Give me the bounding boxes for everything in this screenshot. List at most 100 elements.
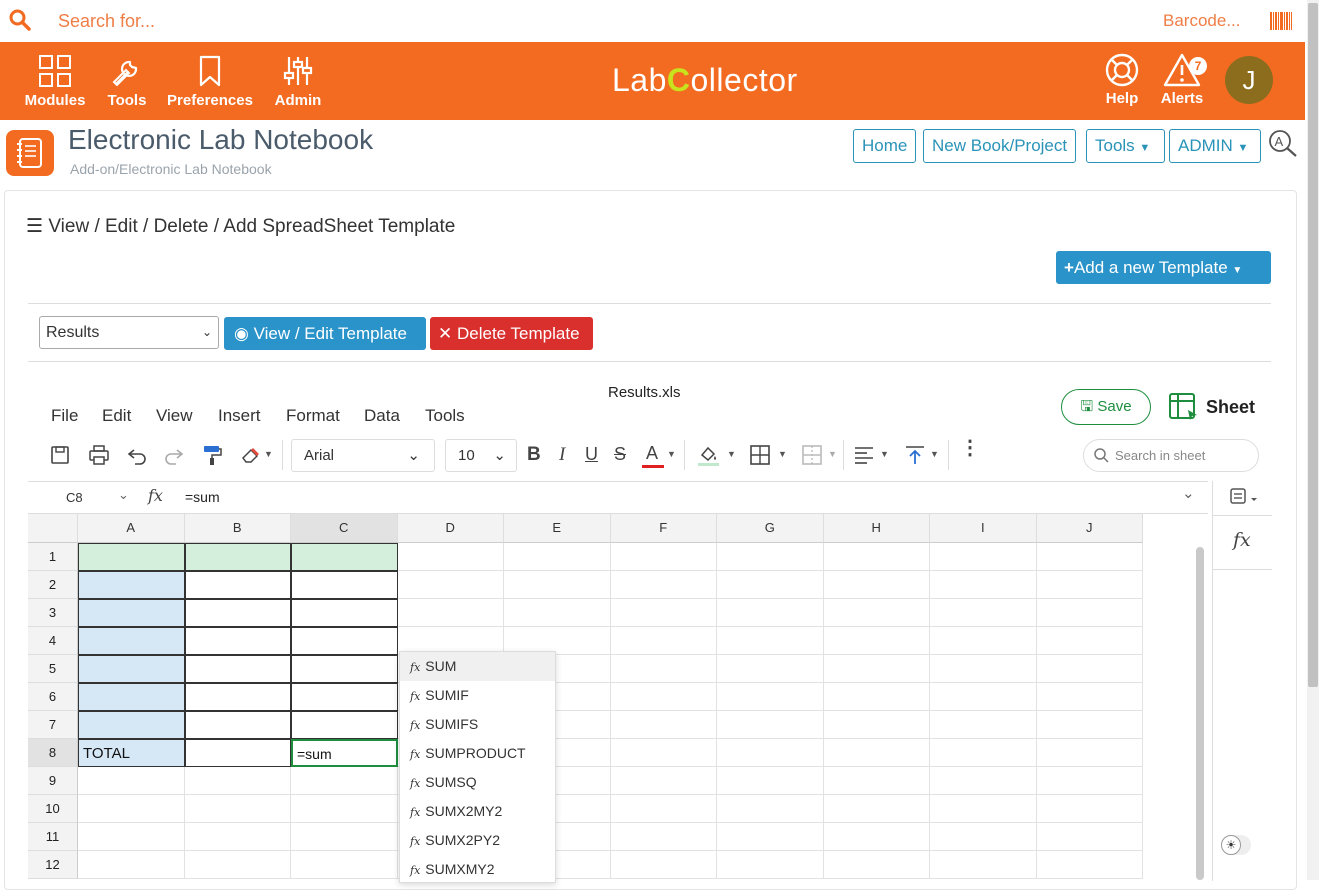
fill-color-icon[interactable] <box>697 444 719 466</box>
labcollector-logo[interactable]: LabCollector <box>612 62 798 99</box>
paint-format-icon[interactable] <box>201 444 223 466</box>
table-cell[interactable] <box>1036 571 1143 599</box>
redo-icon[interactable] <box>163 444 185 466</box>
table-cell[interactable] <box>930 823 1037 851</box>
row-header[interactable]: 11 <box>28 823 78 851</box>
merge-cells-icon[interactable] <box>801 444 823 466</box>
table-cell[interactable] <box>78 683 185 711</box>
function-icon[interactable]: fx <box>1233 529 1251 551</box>
column-header[interactable]: A <box>78 514 185 543</box>
table-cell[interactable] <box>1036 711 1143 739</box>
menu-tools[interactable]: Tools <box>425 406 465 426</box>
column-header[interactable]: F <box>610 514 717 543</box>
row-header[interactable]: 2 <box>28 571 78 599</box>
table-cell[interactable] <box>78 599 185 627</box>
row-header[interactable]: 5 <box>28 655 78 683</box>
text-color-button[interactable]: A <box>642 443 664 469</box>
autocomplete-item[interactable]: fx SUMSQ <box>400 768 555 797</box>
caret-down-icon[interactable]: ▼ <box>930 449 939 459</box>
table-cell[interactable]: TOTAL <box>78 739 185 767</box>
table-cell[interactable] <box>930 739 1037 767</box>
table-cell[interactable] <box>397 543 504 571</box>
column-header[interactable]: E <box>504 514 611 543</box>
menu-format[interactable]: Format <box>286 406 340 426</box>
table-cell[interactable] <box>930 795 1037 823</box>
table-cell[interactable] <box>717 739 824 767</box>
new-book-project-button[interactable]: New Book/Project <box>923 129 1077 163</box>
table-cell[interactable] <box>291 851 398 879</box>
table-cell[interactable] <box>610 767 717 795</box>
column-header[interactable]: J <box>1036 514 1143 543</box>
column-header[interactable]: C <box>291 514 398 543</box>
table-cell[interactable] <box>504 599 611 627</box>
autocomplete-item[interactable]: fx SUM <box>400 652 555 681</box>
table-cell[interactable] <box>504 571 611 599</box>
bold-icon[interactable]: B <box>527 444 541 466</box>
table-cell[interactable] <box>1036 739 1143 767</box>
table-cell[interactable] <box>610 683 717 711</box>
align-left-icon[interactable] <box>853 444 875 466</box>
table-cell[interactable] <box>930 655 1037 683</box>
table-cell[interactable] <box>717 599 824 627</box>
nav-alerts[interactable]: Alerts <box>1158 42 1206 120</box>
table-cell[interactable] <box>184 599 291 627</box>
table-cell[interactable] <box>610 543 717 571</box>
table-cell[interactable] <box>184 543 291 571</box>
table-cell[interactable] <box>1036 823 1143 851</box>
nav-admin[interactable]: Admin <box>274 42 322 120</box>
strikethrough-icon[interactable]: S <box>614 444 626 465</box>
nav-modules[interactable]: Modules <box>22 42 88 120</box>
row-header[interactable]: 10 <box>28 795 78 823</box>
search-input[interactable] <box>56 8 956 34</box>
table-cell[interactable] <box>823 599 930 627</box>
table-cell[interactable] <box>823 711 930 739</box>
table-cell[interactable] <box>823 683 930 711</box>
autocomplete-item[interactable]: fx SUMX2PY2 <box>400 826 555 855</box>
table-cell[interactable] <box>291 655 398 683</box>
barcode-icon[interactable] <box>1270 12 1292 30</box>
more-vertical-icon[interactable]: ⋮ <box>960 438 980 458</box>
table-cell[interactable] <box>1036 767 1143 795</box>
table-cell[interactable] <box>291 627 398 655</box>
table-cell[interactable] <box>291 795 398 823</box>
font-size-select[interactable]: 10 ⌄ <box>445 439 517 472</box>
table-cell[interactable] <box>291 571 398 599</box>
template-select[interactable]: Results ⌄ <box>39 316 219 349</box>
table-cell[interactable] <box>717 683 824 711</box>
caret-down-icon[interactable]: ▼ <box>727 449 736 459</box>
table-cell[interactable] <box>184 851 291 879</box>
table-cell[interactable] <box>717 795 824 823</box>
table-cell[interactable] <box>717 767 824 795</box>
cell-reference[interactable]: C8 <box>66 490 83 505</box>
table-cell[interactable] <box>610 739 717 767</box>
table-cell[interactable] <box>823 851 930 879</box>
table-cell[interactable] <box>397 599 504 627</box>
autocomplete-item[interactable]: fx SUMPRODUCT <box>400 739 555 768</box>
search-icon[interactable] <box>8 8 32 32</box>
table-cell[interactable]: =sum <box>291 739 398 767</box>
sheet-search-input[interactable]: Search in sheet <box>1083 439 1259 472</box>
table-cell[interactable] <box>930 627 1037 655</box>
autocomplete-item[interactable]: fx SUMX2MY2 <box>400 797 555 826</box>
table-cell[interactable] <box>717 655 824 683</box>
user-avatar[interactable]: J <box>1225 56 1273 104</box>
table-cell[interactable] <box>184 655 291 683</box>
delete-template-button[interactable]: ✕ Delete Template <box>430 317 593 350</box>
select-all-corner[interactable] <box>28 514 78 543</box>
table-cell[interactable] <box>1036 627 1143 655</box>
table-cell[interactable] <box>930 711 1037 739</box>
table-cell[interactable] <box>930 543 1037 571</box>
font-family-select[interactable]: Arial ⌄ <box>291 439 435 472</box>
row-header[interactable]: 6 <box>28 683 78 711</box>
table-cell[interactable] <box>397 571 504 599</box>
table-cell[interactable] <box>717 543 824 571</box>
row-header[interactable]: 1 <box>28 543 78 571</box>
table-cell[interactable] <box>78 711 185 739</box>
table-cell[interactable] <box>504 543 611 571</box>
expand-formula-icon[interactable]: ⌄ <box>1182 484 1195 502</box>
row-header[interactable]: 3 <box>28 599 78 627</box>
menu-file[interactable]: File <box>51 406 78 426</box>
table-cell[interactable] <box>1036 683 1143 711</box>
nav-help[interactable]: Help <box>1100 42 1144 120</box>
row-header[interactable]: 7 <box>28 711 78 739</box>
